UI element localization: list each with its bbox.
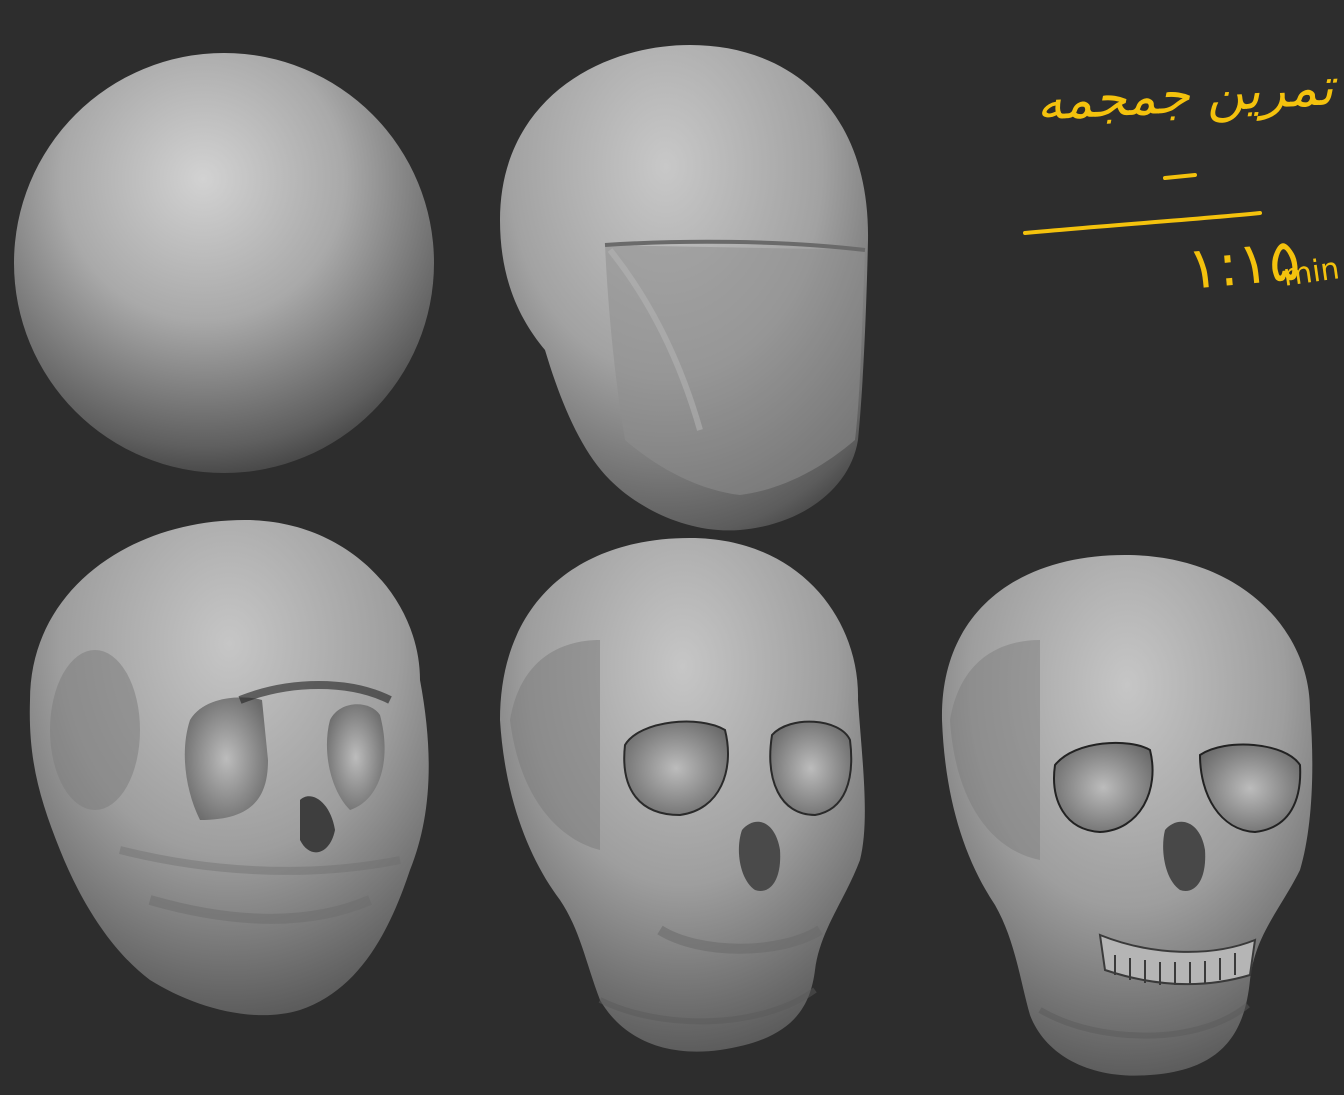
- handwritten-note: تمرین جمجمه ۱:۱۵ min: [1010, 55, 1342, 315]
- head-block-stage: [500, 45, 869, 531]
- final-skull-stage: [941, 555, 1313, 1076]
- rough-skull-stage: [29, 520, 429, 1016]
- refined-skull-stage: [500, 538, 865, 1052]
- sphere-stage: [14, 53, 434, 473]
